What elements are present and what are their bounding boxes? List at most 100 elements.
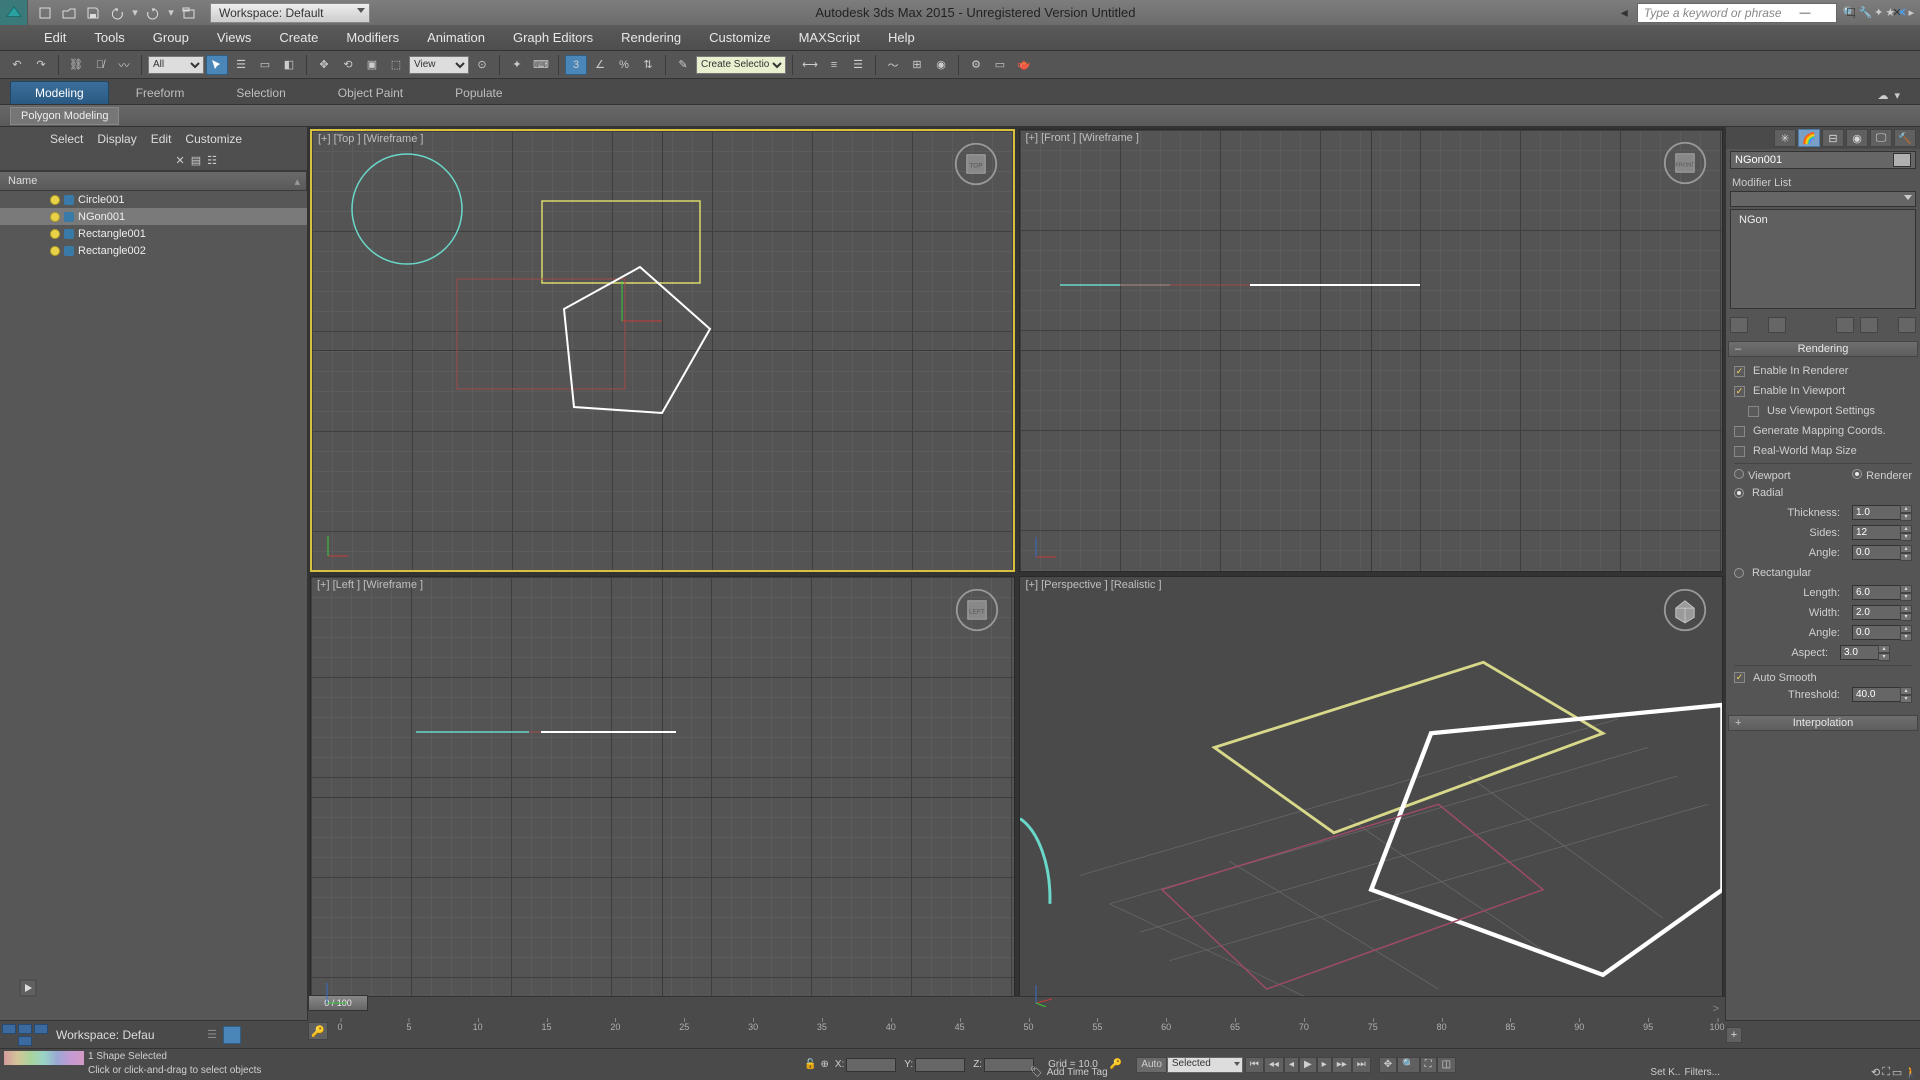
aspect-lock-icon[interactable] [1896,646,1912,661]
freeze-icon[interactable] [64,195,74,205]
menu-customize[interactable]: Customize [695,25,784,51]
visibility-icon[interactable] [50,229,60,239]
rollout-header[interactable]: Rendering [1728,341,1918,357]
play-icon[interactable]: ▶ [1299,1057,1317,1073]
se-menu-display[interactable]: Display [97,132,136,146]
material-editor-icon[interactable]: ◉ [930,55,952,75]
prev-frame-icon[interactable]: ◂ [1284,1057,1299,1073]
add-time-tag[interactable]: Add Time Tag [1047,1067,1108,1078]
tab-create-icon[interactable]: ✳ [1774,129,1796,147]
render-icon[interactable]: 🫖 [1013,55,1035,75]
spinner-length[interactable]: ▴▾ [1852,585,1912,601]
visibility-icon[interactable] [50,195,60,205]
new-icon[interactable] [34,3,56,23]
select-object-icon[interactable] [206,55,228,75]
time-tag-icon[interactable]: 🏷 [1030,1067,1043,1078]
spinner-aspect[interactable]: ▴▾ [1840,645,1890,661]
checkbox-auto-smooth[interactable] [1734,672,1745,683]
menu-animation[interactable]: Animation [413,25,499,51]
modifier-stack[interactable]: NGon [1730,209,1916,309]
open-icon[interactable] [58,3,80,23]
viewport-layout-icon[interactable] [0,1021,50,1049]
spinner-sides[interactable]: ▴▾ [1852,525,1912,541]
menu-create[interactable]: Create [265,25,332,51]
goto-start-icon[interactable]: ⏮ [1245,1057,1264,1073]
viewcube-icon[interactable] [1662,587,1708,633]
next-frame-icon[interactable]: ▸ [1317,1057,1332,1073]
time-config-icon[interactable]: 🔑 [1110,1059,1122,1070]
tree-node[interactable]: Rectangle001 [0,225,307,242]
object-color-swatch[interactable] [1893,153,1911,167]
mirror-icon[interactable]: ⟷ [799,55,821,75]
spinner-angle[interactable]: ▴▾ [1852,545,1912,561]
lock-selection-icon[interactable]: 🔓 [804,1059,816,1070]
schematic-view-icon[interactable]: ⊞ [906,55,928,75]
radio-radial[interactable] [1734,488,1744,498]
set-key-icon[interactable]: 🔑 [308,1022,328,1040]
pin-stack-icon[interactable] [1730,317,1748,333]
time-ruler[interactable]: 🔑 05101520253035404550556065707580859095… [308,1020,1725,1042]
checkbox-enable-renderer[interactable] [1734,366,1745,377]
nav-walk-icon[interactable]: 🚶 [1904,1066,1918,1079]
render-setup-icon[interactable]: ⚙ [965,55,987,75]
menu-maxscript[interactable]: MAXScript [785,25,874,51]
radio-rectangular[interactable] [1734,568,1744,578]
curve-editor-icon[interactable]: 〜 [882,55,904,75]
align-icon[interactable]: ≡ [823,55,845,75]
transform-y-input[interactable] [915,1058,965,1072]
se-close-icon[interactable]: ✕ [176,154,185,167]
undo-dropdown-icon[interactable]: ▾ [130,3,140,23]
trackbar-add-icon[interactable]: + [1726,1027,1742,1043]
close-button[interactable]: ✕ [1874,0,1920,25]
viewport-label[interactable]: [+] [Top ] [Wireframe ] [318,133,423,145]
tab-freeform[interactable]: Freeform [111,81,210,104]
tree-node[interactable]: Rectangle002 [0,242,307,259]
transform-x-input[interactable] [846,1058,896,1072]
ribbon-dropdown-icon[interactable]: ▾ [1894,89,1900,102]
spinner-thickness[interactable]: ▴▾ [1852,505,1912,521]
sort-icon[interactable]: ▴ [294,175,300,188]
spinner-snap-icon[interactable]: ⇅ [637,55,659,75]
menu-views[interactable]: Views [203,25,265,51]
placement-icon[interactable]: ⬚ [385,55,407,75]
scene-tree[interactable]: Circle001 NGon001 Rectangle001 Rectangle… [0,191,307,1020]
viewcube-icon[interactable]: FRONT [1662,140,1708,186]
spinner-width[interactable]: ▴▾ [1852,605,1912,621]
nav-fov-icon[interactable]: ◫ [1437,1057,1456,1073]
tab-objectpaint[interactable]: Object Paint [313,81,428,104]
tab-modeling[interactable]: Modeling [10,81,109,104]
time-slider[interactable]: < 0 / 100 > [308,996,1725,1020]
next-key-icon[interactable]: ▸▸ [1332,1057,1352,1073]
nav-orbit-icon[interactable]: ⟲ [1871,1066,1880,1079]
app-icon[interactable] [0,0,28,25]
se-tool1-icon[interactable]: ▤ [191,154,201,167]
scene-explorer-header[interactable]: Name ▴ [0,171,307,191]
undo-tb-icon[interactable]: ↶ [6,55,28,75]
auto-key-button[interactable]: Auto [1136,1057,1167,1073]
edit-named-sel-icon[interactable]: ✎ [672,55,694,75]
save-icon[interactable] [82,3,104,23]
radio-viewport[interactable] [1734,469,1744,479]
viewport-label[interactable]: [+] [Left ] [Wireframe ] [317,579,423,591]
snap-toggle-icon[interactable]: 3 [565,55,587,75]
show-end-result-icon[interactable] [1768,317,1786,333]
tab-populate[interactable]: Populate [430,81,527,104]
menu-tools[interactable]: Tools [80,25,138,51]
manipulate-icon[interactable]: ✦ [506,55,528,75]
tab-utilities-icon[interactable]: 🔨 [1894,129,1916,147]
rollout-header[interactable]: Interpolation [1728,715,1918,731]
redo-dropdown-icon[interactable]: ▾ [166,3,176,23]
menu-edit[interactable]: Edit [30,25,80,51]
se-tool2-icon[interactable]: ☷ [207,154,217,167]
ribbon-panel-polygon-modeling[interactable]: Polygon Modeling [10,107,119,125]
unlink-icon[interactable]: ⛓̸ [89,55,111,75]
freeze-icon[interactable] [64,212,74,222]
se-menu-edit[interactable]: Edit [151,132,172,146]
goto-end-icon[interactable]: ⏭ [1352,1057,1371,1073]
undo-icon[interactable] [106,3,128,23]
nav-pan-icon[interactable]: ✥ [1379,1057,1397,1073]
checkbox-use-viewport[interactable] [1748,406,1759,417]
workspace-selector[interactable]: Workspace: Default [210,3,370,23]
checkbox-enable-viewport[interactable] [1734,386,1745,397]
window-crossing-icon[interactable]: ◧ [278,55,300,75]
